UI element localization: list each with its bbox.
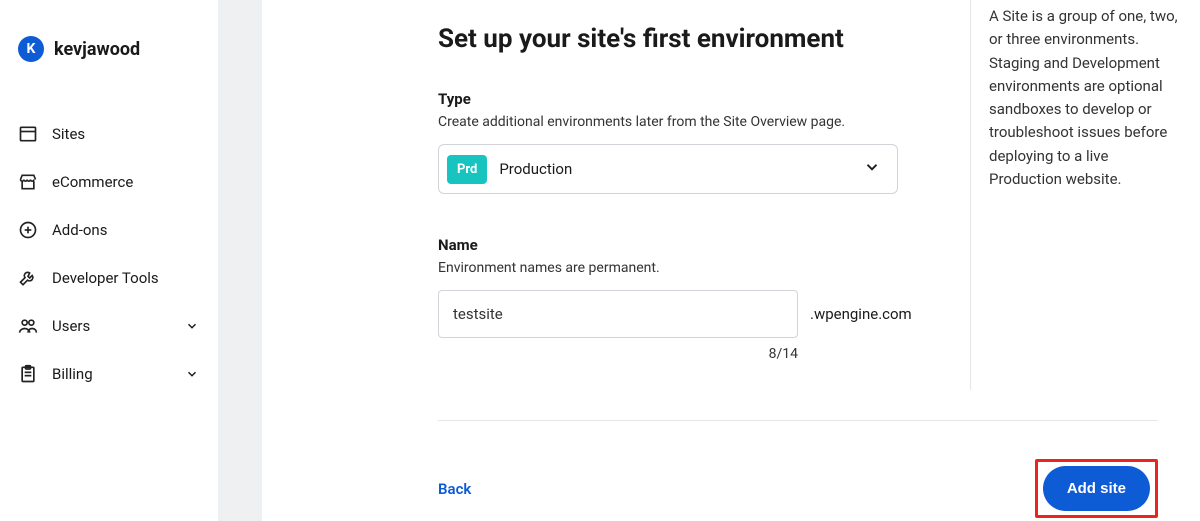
- sidebar-item-label: Sites: [52, 125, 85, 143]
- chevron-down-icon: [184, 318, 200, 334]
- brand[interactable]: K kevjawood: [0, 36, 218, 62]
- add-site-button[interactable]: Add site: [1043, 466, 1150, 511]
- add-site-highlight: Add site: [1035, 459, 1158, 518]
- sidebar-item-label: Add-ons: [52, 221, 107, 239]
- sidebar-item-sites[interactable]: Sites: [0, 110, 218, 158]
- plus-circle-icon: [18, 220, 38, 240]
- brand-name: kevjawood: [54, 39, 140, 60]
- prd-badge: Prd: [447, 155, 487, 184]
- name-hint: Environment names are permanent.: [438, 260, 938, 276]
- info-text: A Site is a group of one, two, or three …: [989, 5, 1180, 191]
- environment-type-dropdown[interactable]: Prd Production: [438, 144, 898, 194]
- footer-actions: Back Add site: [438, 420, 1158, 518]
- info-panel: A Site is a group of one, two, or three …: [970, 0, 1180, 390]
- sidebar-item-users[interactable]: Users: [0, 302, 218, 350]
- wrench-icon: [18, 268, 38, 288]
- store-icon: [18, 172, 38, 192]
- clipboard-icon: [18, 364, 38, 384]
- dropdown-selected: Production: [499, 160, 572, 178]
- main-content: Set up your site's first environment Typ…: [262, 0, 938, 362]
- brand-logo-icon: K: [18, 36, 44, 62]
- name-section: Name Environment names are permanent. .w…: [438, 236, 938, 362]
- users-icon: [18, 316, 38, 336]
- type-hint: Create additional environments later fro…: [438, 114, 938, 130]
- sidebar-item-label: Billing: [52, 365, 93, 383]
- name-label: Name: [438, 236, 938, 254]
- char-counter: 8/14: [438, 346, 798, 362]
- page-title: Set up your site's first environment: [438, 24, 938, 54]
- domain-suffix: .wpengine.com: [810, 305, 912, 323]
- sidebar-item-label: Users: [52, 317, 90, 335]
- chevron-down-icon: [184, 366, 200, 382]
- divider-strip: [218, 0, 262, 521]
- sidebar-item-ecommerce[interactable]: eCommerce: [0, 158, 218, 206]
- environment-name-input[interactable]: [438, 290, 798, 338]
- back-button[interactable]: Back: [438, 480, 471, 498]
- sidebar: K kevjawood Sites eCommerce Add-ons Deve…: [0, 0, 218, 521]
- sidebar-item-label: eCommerce: [52, 173, 133, 191]
- sidebar-item-developer-tools[interactable]: Developer Tools: [0, 254, 218, 302]
- sidebar-item-billing[interactable]: Billing: [0, 350, 218, 398]
- sidebar-item-label: Developer Tools: [52, 269, 159, 287]
- type-section: Type Create additional environments late…: [438, 90, 938, 194]
- chevron-down-icon: [863, 158, 881, 180]
- sidebar-item-addons[interactable]: Add-ons: [0, 206, 218, 254]
- window-icon: [18, 124, 38, 144]
- type-label: Type: [438, 90, 938, 108]
